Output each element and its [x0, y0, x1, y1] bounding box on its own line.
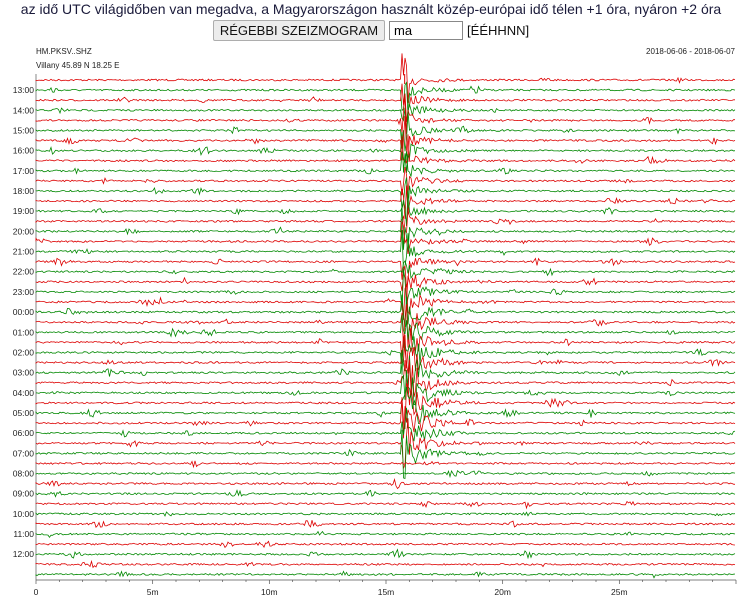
hour-label: 11:00: [13, 529, 34, 539]
hour-label: 09:00: [13, 489, 35, 499]
hour-label: 19:00: [13, 206, 35, 216]
hour-label: 04:00: [13, 388, 35, 398]
hour-label: 07:00: [13, 448, 35, 458]
trace-line: [35, 349, 736, 389]
axis-tick-label: 25m: [611, 587, 628, 597]
controls-bar: RÉGEBBI SZEIZMOGRAM [ÉÉHHNN]: [0, 20, 742, 41]
trace-line: [35, 520, 736, 528]
station-code: HM.PKSV..SHZ: [36, 47, 92, 56]
hour-label: 03:00: [13, 368, 35, 378]
trace-line: [35, 478, 736, 490]
older-seismogram-button[interactable]: RÉGEBBI SZEIZMOGRAM: [212, 20, 386, 41]
hour-label: 18:00: [13, 186, 35, 196]
axis-tick-label: 15m: [378, 587, 395, 597]
trace-line: [35, 418, 736, 469]
trace-line: [35, 530, 736, 538]
trace-line: [35, 359, 736, 398]
date-range: 2018-06-06 - 2018-06-07: [646, 47, 736, 56]
trace-line: [35, 570, 736, 579]
axis-tick-label: 0: [34, 587, 39, 597]
hour-label: 00:00: [13, 307, 35, 317]
trace-line: [35, 314, 736, 341]
date-format-hint: [ÉÉHHNN]: [467, 23, 530, 38]
hour-label: 20:00: [13, 226, 35, 236]
date-input[interactable]: [389, 21, 464, 40]
seismogram-plot: HM.PKSV..SHZ Villany 45.89 N 18.25 E 201…: [13, 47, 737, 597]
trace-line: [35, 500, 736, 510]
trace-line: [35, 540, 736, 549]
trace-line: [35, 229, 736, 273]
trace-line: [35, 95, 735, 135]
hour-label: 08:00: [13, 469, 35, 479]
hour-label: 15:00: [13, 126, 35, 136]
trace-line: [35, 429, 736, 480]
axis-tick-label: 10m: [261, 587, 278, 597]
trace-line: [35, 151, 736, 177]
trace-line: [35, 260, 736, 279]
trace-line: [35, 284, 736, 320]
utc-notice: az idő UTC világidőben van megadva, a Ma…: [20, 1, 722, 17]
hour-label: 10:00: [13, 509, 35, 519]
trace-line: [35, 269, 736, 311]
hour-label: 14:00: [13, 105, 35, 115]
trace-line: [35, 511, 736, 517]
hour-label: 21:00: [13, 247, 35, 257]
trace-line: [35, 460, 736, 469]
trace-line: [35, 111, 736, 152]
trace-line: [35, 209, 736, 234]
trace-line: [35, 489, 736, 498]
trace-line: [35, 53, 736, 103]
hour-labels: 13:00 14:00 15:00 16:00 17:00 18:00 19:00 20:00…: [13, 85, 35, 559]
axis-tick-label: 5m: [147, 587, 159, 597]
trace-line: [35, 469, 736, 479]
trace-line: [35, 272, 736, 304]
trace-line: [35, 304, 736, 348]
traces: [35, 53, 736, 579]
hour-label: 02:00: [13, 347, 35, 357]
trace-line: [35, 116, 736, 162]
hour-label: 16:00: [13, 146, 35, 156]
axis-tick-label: 20m: [494, 587, 511, 597]
hour-label: 05:00: [13, 408, 35, 418]
hour-label: 12:00: [13, 549, 35, 559]
hour-label: 22:00: [13, 267, 35, 277]
trace-line: [35, 104, 736, 134]
hour-label: 13:00: [13, 85, 35, 95]
hour-label: 01:00: [13, 327, 35, 337]
trace-line: [35, 371, 736, 406]
trace-line: [35, 221, 736, 254]
trace-line: [35, 204, 736, 255]
hour-label: 17:00: [13, 166, 35, 176]
station-location: Villany 45.89 N 18.25 E: [36, 61, 119, 70]
hour-label: 23:00: [13, 287, 35, 297]
trace-line: [35, 177, 736, 215]
trace-line: [35, 559, 736, 569]
hour-label: 06:00: [13, 428, 35, 438]
minute-axis-ticks: 0 5m 10m 15m 20m 25m: [34, 580, 737, 597]
trace-line: [35, 548, 736, 560]
trace-line: [35, 131, 736, 174]
trace-line: [35, 134, 736, 165]
